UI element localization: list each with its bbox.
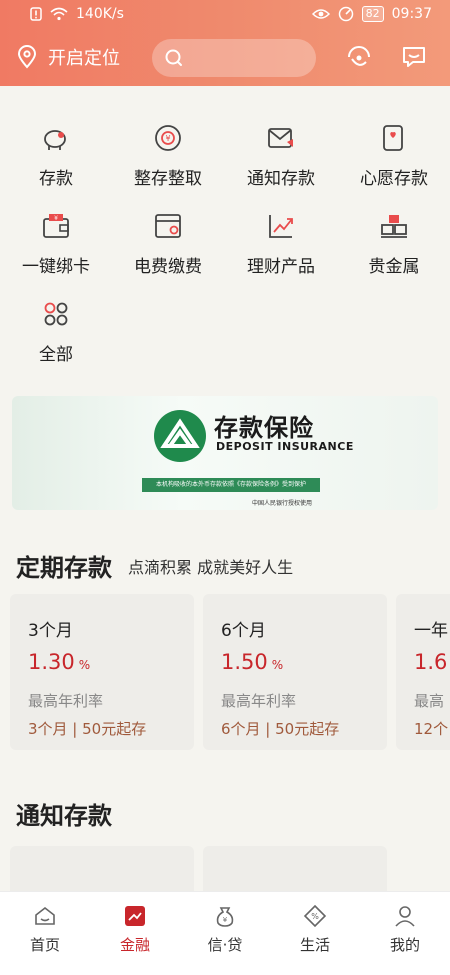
rate-card[interactable]: 3个月 1.30% 最高年利率 3个月 | 50元起存	[10, 594, 194, 750]
alert-icon	[30, 7, 42, 21]
svg-text:¥: ¥	[54, 215, 58, 222]
search-icon	[165, 49, 182, 66]
net-speed: 140K/s	[76, 6, 124, 22]
service-electric-bill[interactable]: 电费缴费	[112, 210, 224, 277]
svg-text:%: %	[311, 912, 319, 921]
tab-profile[interactable]: 我的	[360, 904, 450, 955]
gold-bars-icon	[381, 215, 407, 238]
svg-text:¥: ¥	[223, 916, 228, 924]
service-precious-metals[interactable]: 贵金属	[338, 210, 450, 277]
service-bind-card[interactable]: ¥ 一键绑卡	[0, 210, 112, 277]
profile-icon	[395, 906, 415, 927]
notice-card[interactable]	[203, 846, 387, 891]
speed-gauge-icon	[338, 6, 353, 22]
deposit-insurance-banner[interactable]: 存款保险 DEPOSIT INSURANCE 本机构吸收的本外币存款依照《存款保…	[12, 396, 438, 510]
trend-chart-icon	[269, 215, 293, 238]
yuan-coin-icon: ¥	[155, 125, 181, 151]
tab-finance[interactable]: 金融	[90, 904, 180, 955]
grid-dots-icon	[44, 302, 68, 326]
search-input[interactable]	[152, 39, 316, 77]
bill-icon	[155, 214, 181, 238]
svg-text:¥: ¥	[165, 134, 170, 143]
main-content: 存款 ¥ 整存整取 通知存款 心愿存款 ¥ 一键绑卡 电费缴费 理财产品 贵金属…	[0, 86, 450, 891]
service-wealth-products[interactable]: 理财产品	[225, 210, 337, 277]
rate-card[interactable]: 一年 1.6 最高 12个	[396, 594, 450, 750]
location-button[interactable]: 开启定位	[16, 44, 120, 70]
notice-deposit-title: 通知存款	[16, 802, 112, 830]
piggy-bank-icon	[44, 130, 66, 150]
clock: 09:37	[391, 6, 432, 22]
wallet-card-icon: ¥	[43, 214, 69, 238]
service-lump-sum[interactable]: ¥ 整存整取	[112, 122, 224, 189]
home-icon	[35, 906, 55, 925]
message-icon[interactable]	[401, 44, 427, 70]
envelope-notify-icon	[268, 128, 293, 148]
tab-loan[interactable]: ¥ 信·贷	[180, 904, 270, 955]
tab-life[interactable]: % 生活	[270, 904, 360, 955]
rate-card[interactable]: 6个月 1.50% 最高年利率 6个月 | 50元起存	[203, 594, 387, 750]
header: 140K/s 82 09:37 开启定位	[0, 0, 450, 86]
eye-icon	[311, 9, 330, 19]
battery-level: 82	[361, 6, 384, 22]
service-deposit[interactable]: 存款	[0, 122, 112, 189]
location-label: 开启定位	[48, 48, 120, 69]
location-pin-icon	[17, 45, 37, 69]
notice-card[interactable]	[10, 846, 194, 891]
fixed-deposit-cards: 3个月 1.30% 最高年利率 3个月 | 50元起存 6个月 1.50% 最高…	[10, 594, 450, 754]
loan-icon: ¥	[216, 907, 234, 927]
banner-sub: 中国人民银行授权使用	[252, 500, 313, 507]
banner-title: 存款保险	[214, 414, 314, 442]
wish-phone-icon	[383, 125, 403, 151]
service-all[interactable]: 全部	[0, 298, 112, 365]
service-wish-deposit[interactable]: 心愿存款	[338, 122, 450, 189]
fixed-deposit-subtitle: 点滴积累 成就美好人生	[128, 558, 294, 577]
customer-service-icon[interactable]	[346, 44, 372, 72]
wifi-icon	[50, 7, 68, 21]
banner-strip: 本机构吸收的本外币存款依照《存款保险条例》受到保护	[142, 478, 320, 492]
deposit-insurance-logo	[154, 410, 206, 462]
top-bar: 开启定位	[0, 36, 450, 80]
tab-home[interactable]: 首页	[0, 904, 90, 955]
fixed-deposit-title: 定期存款	[16, 554, 112, 582]
service-notice-deposit[interactable]: 通知存款	[225, 122, 337, 189]
status-bar: 140K/s 82 09:37	[0, 0, 450, 30]
banner-title-en: DEPOSIT INSURANCE	[216, 440, 354, 453]
life-icon: %	[303, 904, 327, 928]
finance-icon	[125, 906, 145, 926]
bottom-tab-bar: 首页 金融 ¥ 信·贷 % 生活 我的	[0, 891, 450, 975]
